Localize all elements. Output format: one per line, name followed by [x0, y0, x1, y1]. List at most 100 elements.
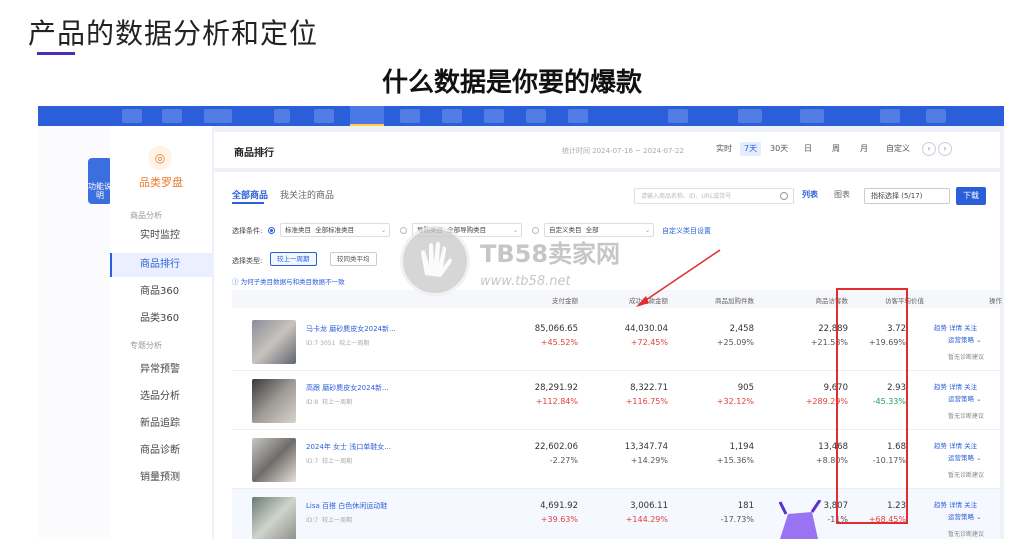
- sidebar-item-alerts[interactable]: 异常预警: [110, 358, 212, 382]
- period-realtime[interactable]: 实时: [712, 142, 736, 156]
- compare-previous-chip[interactable]: 较上一周期: [270, 252, 317, 266]
- nav-item[interactable]: [568, 109, 588, 123]
- product-title[interactable]: Lisa 百搭 白色休闲运动鞋: [306, 501, 426, 511]
- nav-item[interactable]: [314, 109, 334, 123]
- period-week[interactable]: 周: [828, 142, 844, 156]
- list-view-button[interactable]: 列表: [802, 189, 818, 200]
- tab-all-products[interactable]: 全部商品: [232, 188, 268, 201]
- cart-change: +32.12%: [716, 397, 754, 406]
- period-30d[interactable]: 30天: [766, 142, 792, 156]
- nav-item[interactable]: [526, 109, 546, 123]
- chart-view-button[interactable]: 图表: [834, 189, 850, 200]
- col-cart[interactable]: 商品加购件数: [674, 295, 754, 305]
- watermark-url: www.tb58.net: [480, 274, 571, 289]
- sidebar-item-selection[interactable]: 选品分析: [110, 385, 212, 409]
- nav-item[interactable]: [800, 109, 824, 123]
- tab-following[interactable]: 我关注的商品: [280, 188, 334, 201]
- prev-arrow-icon[interactable]: ‹: [922, 142, 936, 156]
- strategy-label: 运营策略: [948, 395, 974, 403]
- product-title[interactable]: 马卡龙 磨砂麂皮女2024新...: [306, 324, 426, 334]
- period-7d[interactable]: 7天: [740, 142, 762, 156]
- period-custom[interactable]: 自定义: [882, 142, 914, 156]
- standard-category-select[interactable]: 标准类目 全部标准类目 ⌄: [280, 223, 390, 237]
- product-thumbnail[interactable]: [252, 379, 296, 423]
- product-title[interactable]: 高跟 磨砂麂皮女2024新...: [306, 383, 426, 393]
- nav-item-active[interactable]: [350, 106, 384, 126]
- product-title[interactable]: 2024年 女士 浅口单鞋女...: [306, 442, 426, 452]
- refund-value: 13,347.74: [624, 442, 668, 452]
- sidebar-group-label: 商品分析: [130, 211, 162, 220]
- product-thumbnail[interactable]: [252, 438, 296, 482]
- info-tip[interactable]: ⓘ 为何子类目数据与和类目数据不一致: [232, 276, 345, 286]
- nav-item[interactable]: [668, 109, 688, 123]
- metric-select-label: 指标选择 (5/17): [871, 192, 923, 200]
- trend-link[interactable]: 趋势: [934, 442, 947, 450]
- follow-link[interactable]: 关注: [964, 501, 977, 509]
- product-id: ID:7 3051 较上一周期: [306, 338, 369, 347]
- strategy-link[interactable]: 运营策略 ⌄: [948, 511, 982, 521]
- nav-item[interactable]: [442, 109, 462, 123]
- sidebar-item-ranking[interactable]: 商品排行: [110, 253, 212, 277]
- pay-value: 28,291.92: [534, 383, 578, 393]
- search-input[interactable]: 请输入商品名称、ID、URL或货号: [634, 188, 794, 204]
- pay-change: +112.84%: [535, 397, 578, 406]
- product-thumbnail[interactable]: [252, 320, 296, 364]
- sidebar-item-forecast[interactable]: 销量预测: [110, 466, 212, 490]
- download-button[interactable]: 下载: [956, 187, 986, 205]
- refund-value: 44,030.04: [624, 324, 668, 334]
- nav-item[interactable]: [162, 109, 182, 123]
- product-thumbnail[interactable]: [252, 497, 296, 539]
- info-tip-text: 为何子类目数据与和类目数据不一致: [240, 278, 345, 286]
- follow-link[interactable]: 关注: [964, 324, 977, 332]
- strategy-link[interactable]: 运营策略 ⌄: [948, 334, 982, 344]
- follow-link[interactable]: 关注: [964, 383, 977, 391]
- sidebar-item-diagnosis[interactable]: 商品诊断: [110, 439, 212, 463]
- nav-item[interactable]: [926, 109, 946, 123]
- radio-standard[interactable]: [268, 227, 275, 234]
- sidebar-item-product360[interactable]: 商品360: [110, 280, 212, 304]
- follow-link[interactable]: 关注: [964, 442, 977, 450]
- trend-link[interactable]: 趋势: [934, 383, 947, 391]
- product-id-value: ID:7 3051: [306, 340, 336, 347]
- custom-category-link[interactable]: 自定义类目设置: [662, 226, 711, 236]
- trend-link[interactable]: 趋势: [934, 324, 947, 332]
- nav-item[interactable]: [274, 109, 290, 123]
- product-id: ID:7 较上一周期: [306, 515, 352, 524]
- mascot-badge[interactable]: 功能说明: [88, 158, 112, 204]
- pay-change: -2.27%: [549, 456, 578, 465]
- title-underline: [37, 52, 75, 55]
- nav-item[interactable]: [204, 109, 232, 123]
- compare-peer-chip[interactable]: 较同类平均: [330, 252, 377, 266]
- top-navigation: [38, 106, 1004, 126]
- watermark-text: TB58卖家网: [480, 240, 621, 268]
- detail-link[interactable]: 详情: [949, 383, 962, 391]
- period-month[interactable]: 月: [856, 142, 872, 156]
- nav-item[interactable]: [880, 109, 900, 123]
- next-arrow-icon[interactable]: ›: [938, 142, 952, 156]
- strategy-link[interactable]: 运营策略 ⌄: [948, 452, 982, 462]
- search-icon[interactable]: [780, 192, 788, 200]
- row-actions: 趋势 详情 关注: [934, 381, 977, 391]
- nav-item[interactable]: [738, 109, 762, 123]
- detail-link[interactable]: 详情: [949, 324, 962, 332]
- sidebar-item-realtime[interactable]: 实时监控: [110, 224, 212, 248]
- date-range: 统计时间 2024-07-16 ~ 2024-07-22: [562, 147, 684, 155]
- page-header: 商品排行 统计时间 2024-07-16 ~ 2024-07-22 实时 7天 …: [214, 132, 1000, 168]
- nav-item[interactable]: [122, 109, 142, 123]
- sidebar-item-new[interactable]: 新品追踪: [110, 412, 212, 436]
- highlight-box: [836, 288, 908, 524]
- strategy-link[interactable]: 运营策略 ⌄: [948, 393, 982, 403]
- period-day[interactable]: 日: [800, 142, 816, 156]
- diagnosis-note: 暂无诊断建议: [948, 413, 985, 420]
- metric-select-button[interactable]: 指标选择 (5/17): [864, 188, 950, 204]
- sidebar-item-category360[interactable]: 品类360: [110, 307, 212, 331]
- select-value: 全部标准类目: [315, 226, 355, 234]
- nav-item[interactable]: [400, 109, 420, 123]
- col-actions: 操作: [989, 297, 1002, 305]
- nav-item[interactable]: [484, 109, 504, 123]
- row-actions: 趋势 详情 关注: [934, 322, 977, 332]
- detail-link[interactable]: 详情: [949, 442, 962, 450]
- detail-link[interactable]: 详情: [949, 501, 962, 509]
- cart-value: 1,194: [729, 442, 754, 452]
- trend-link[interactable]: 趋势: [934, 501, 947, 509]
